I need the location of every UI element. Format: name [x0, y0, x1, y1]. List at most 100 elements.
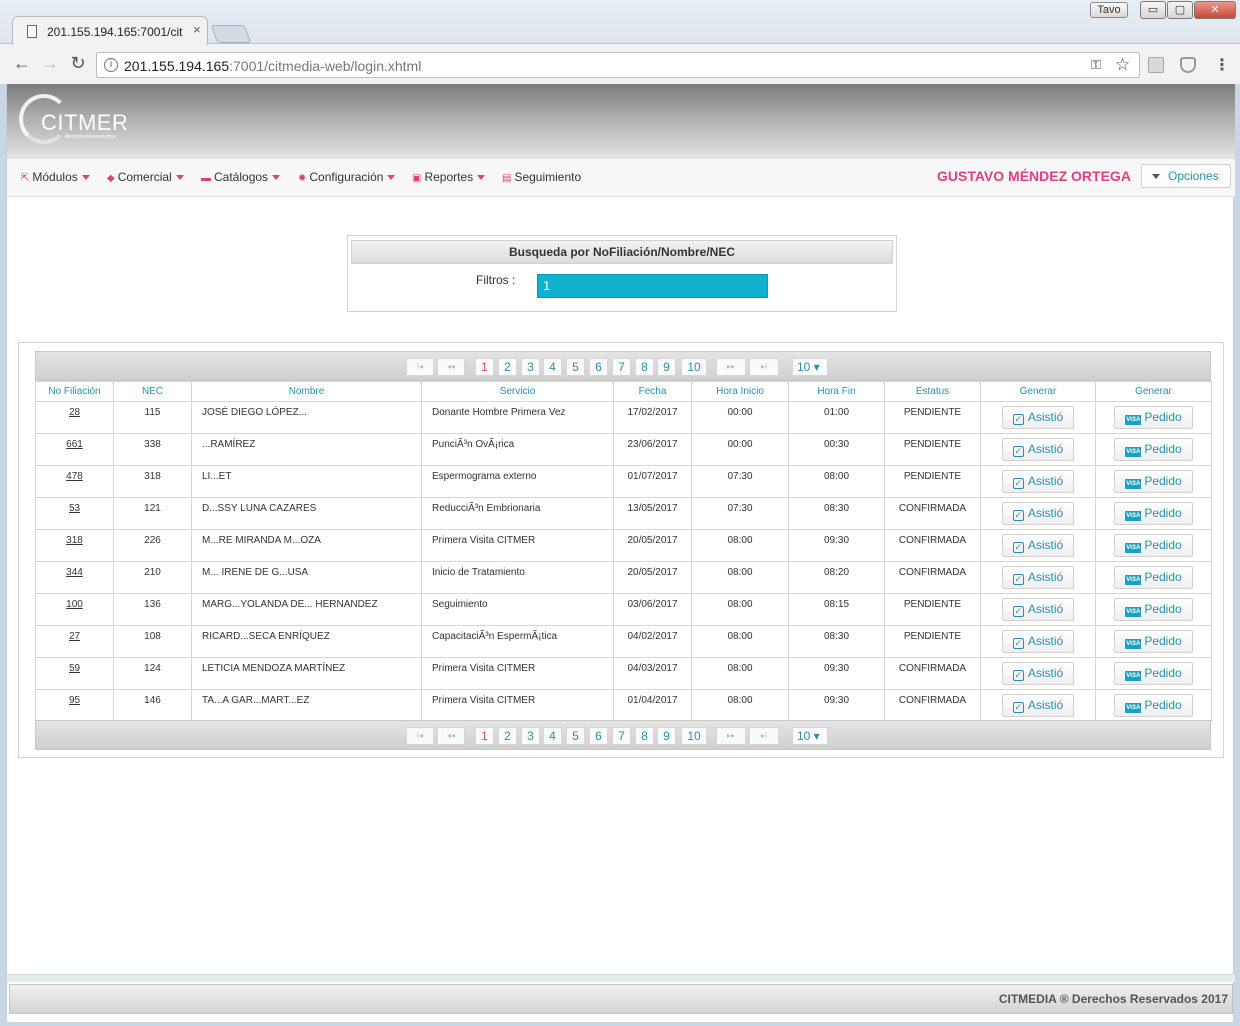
- pedido-button[interactable]: VISA Pedido: [1114, 406, 1193, 429]
- asistio-button[interactable]: ✓ Asistió: [1001, 406, 1075, 429]
- forward-arrow-icon[interactable]: →: [38, 53, 62, 74]
- col-header-generar-asistio[interactable]: Generar: [980, 381, 1096, 402]
- asistio-button[interactable]: ✓ Asistió: [1001, 662, 1075, 685]
- filiacion-link[interactable]: 95: [69, 695, 80, 706]
- page-3-button[interactable]: 3: [521, 358, 540, 376]
- address-bar[interactable]: i 201.155.194.165:7001/citmedia-web/logi…: [96, 52, 1140, 78]
- next-page-button[interactable]: ▸▸: [716, 358, 746, 376]
- asistio-button[interactable]: ✓ Asistió: [1001, 502, 1075, 525]
- col-header-nombre[interactable]: Nombre: [191, 381, 422, 402]
- page-1-button[interactable]: 1: [475, 358, 494, 376]
- page-6-button[interactable]: 6: [589, 727, 608, 745]
- rows-per-page-select[interactable]: 10 ▾: [792, 727, 828, 745]
- cell-nombre: M...RE MIRANDA M...OZA: [191, 529, 422, 562]
- asistio-button[interactable]: ✓ Asistió: [1001, 470, 1075, 493]
- pedido-button[interactable]: VISA Pedido: [1114, 566, 1193, 589]
- filiacion-link[interactable]: 27: [69, 631, 80, 642]
- page-1-button[interactable]: 1: [475, 727, 494, 745]
- asistio-button[interactable]: ✓ Asistió: [1001, 534, 1075, 557]
- page-3-button[interactable]: 3: [521, 727, 540, 745]
- pedido-button[interactable]: VISA Pedido: [1114, 694, 1193, 717]
- menu-seguimiento[interactable]: ▤ Seguimiento: [502, 170, 581, 184]
- next-page-button[interactable]: ▸▸: [716, 727, 746, 745]
- pedido-button[interactable]: VISA Pedido: [1114, 470, 1193, 493]
- asistio-button[interactable]: ✓ Asistió: [1001, 598, 1075, 621]
- first-page-button[interactable]: I◂: [406, 358, 434, 376]
- pedido-button[interactable]: VISA Pedido: [1114, 502, 1193, 525]
- cell-generar-asistio: ✓ Asistió: [980, 625, 1096, 658]
- filter-input[interactable]: 1: [537, 274, 768, 298]
- col-header-hora-fin[interactable]: Hora Fin: [788, 381, 885, 402]
- filiacion-link[interactable]: 28: [69, 407, 80, 418]
- browser-tab[interactable]: 201.155.194.165:7001/cit ×: [12, 16, 208, 45]
- reload-icon[interactable]: ↻: [66, 53, 90, 74]
- browser-menu-icon[interactable]: ⋮: [1214, 55, 1230, 75]
- filiacion-link[interactable]: 318: [66, 535, 83, 546]
- options-button[interactable]: Opciones: [1141, 164, 1231, 188]
- window-close-button[interactable]: ✕: [1194, 1, 1236, 19]
- previous-page-button[interactable]: ◂◂: [437, 727, 465, 745]
- page-7-button[interactable]: 7: [612, 727, 631, 745]
- back-arrow-icon[interactable]: ←: [10, 53, 34, 74]
- first-page-button[interactable]: I◂: [406, 727, 434, 745]
- pedido-button[interactable]: VISA Pedido: [1114, 662, 1193, 685]
- col-header-fecha[interactable]: Fecha: [613, 381, 692, 402]
- page-8-button[interactable]: 8: [635, 727, 654, 745]
- extension-pdf-icon[interactable]: [1148, 57, 1164, 73]
- menu-modulos[interactable]: ⇱ Módulos: [21, 170, 90, 184]
- last-page-button[interactable]: ▸I: [749, 727, 779, 745]
- filiacion-link[interactable]: 478: [66, 471, 83, 482]
- pedido-button[interactable]: VISA Pedido: [1114, 438, 1193, 461]
- profile-button[interactable]: Tavo: [1090, 2, 1128, 18]
- asistio-button[interactable]: ✓ Asistió: [1001, 630, 1075, 653]
- filiacion-link[interactable]: 100: [66, 599, 83, 610]
- previous-page-button[interactable]: ◂◂: [437, 358, 465, 376]
- bookmark-star-icon[interactable]: ☆: [1115, 55, 1130, 75]
- asistio-button[interactable]: ✓ Asistió: [1001, 438, 1075, 461]
- col-header-generar-pedido[interactable]: Generar: [1095, 381, 1212, 402]
- last-page-button[interactable]: ▸I: [749, 358, 779, 376]
- pedido-button[interactable]: VISA Pedido: [1114, 630, 1193, 653]
- url-text[interactable]: 201.155.194.165:7001/citmedia-web/login.…: [124, 58, 421, 74]
- col-header-hora-inicio[interactable]: Hora Inicio: [691, 381, 789, 402]
- page-7-button[interactable]: 7: [612, 358, 631, 376]
- pedido-button[interactable]: VISA Pedido: [1114, 534, 1193, 557]
- page-10-button[interactable]: 10: [681, 358, 707, 376]
- key-icon[interactable]: ⚿: [1091, 57, 1101, 73]
- page-8-button[interactable]: 8: [635, 358, 654, 376]
- col-header-nec[interactable]: NEC: [113, 381, 192, 402]
- asistio-button[interactable]: ✓ Asistió: [1001, 694, 1075, 717]
- asistio-button[interactable]: ✓ Asistió: [1001, 566, 1075, 589]
- pedido-button[interactable]: VISA Pedido: [1114, 598, 1193, 621]
- menu-configuracion[interactable]: ✹ Configuración: [298, 170, 396, 184]
- filiacion-link[interactable]: 661: [66, 439, 83, 450]
- tab-close-button[interactable]: ×: [193, 22, 201, 37]
- col-header-no-filiacion[interactable]: No Filiación: [35, 381, 114, 402]
- menu-catalogos[interactable]: ▬ Catálogos: [201, 170, 281, 184]
- menu-reportes[interactable]: ▣ Reportes: [412, 170, 486, 184]
- page-9-button[interactable]: 9: [657, 727, 676, 745]
- info-icon[interactable]: i: [104, 58, 118, 72]
- rows-per-page-select[interactable]: 10 ▾: [792, 358, 828, 376]
- new-tab-button[interactable]: [210, 25, 252, 43]
- filiacion-link[interactable]: 53: [69, 503, 80, 514]
- filiacion-link[interactable]: 344: [66, 567, 83, 578]
- page-2-button[interactable]: 2: [498, 358, 517, 376]
- page-4-button[interactable]: 4: [543, 727, 562, 745]
- page-5-button[interactable]: 5: [566, 727, 585, 745]
- menu-comercial[interactable]: ◆ Comercial: [107, 170, 184, 184]
- page-9-button[interactable]: 9: [657, 358, 676, 376]
- page-10-button[interactable]: 10: [681, 727, 707, 745]
- page-2-button[interactable]: 2: [498, 727, 517, 745]
- page-5-button[interactable]: 5: [566, 358, 585, 376]
- page-4-button[interactable]: 4: [543, 358, 562, 376]
- page-6-button[interactable]: 6: [589, 358, 608, 376]
- col-header-servicio[interactable]: Servicio: [421, 381, 614, 402]
- minimize-button[interactable]: ▭: [1140, 1, 1166, 19]
- filiacion-link[interactable]: 59: [69, 663, 80, 674]
- cell-hora-inicio: 08:00: [691, 529, 789, 562]
- extension-shield-icon[interactable]: [1180, 57, 1196, 73]
- maximize-button[interactable]: ▢: [1167, 1, 1193, 19]
- cell-hora-inicio: 08:00: [691, 561, 789, 594]
- col-header-estatus[interactable]: Estatus: [884, 381, 981, 402]
